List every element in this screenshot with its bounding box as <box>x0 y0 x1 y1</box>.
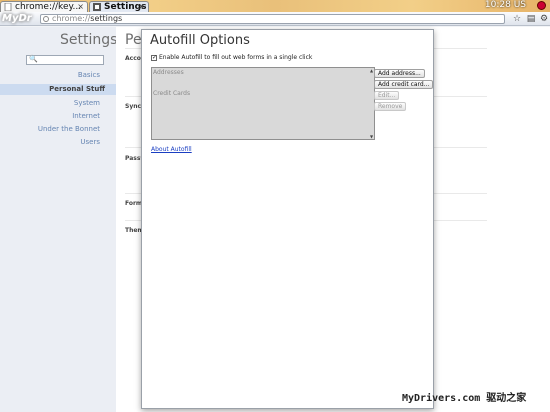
page-menu-icon[interactable]: ▤ <box>526 14 536 24</box>
list-item[interactable]: Credit Cards <box>153 90 190 97</box>
watermark-text: MyDrivers.com 驱动之家 <box>402 393 527 404</box>
close-icon[interactable]: × <box>138 2 145 12</box>
remove-button[interactable]: Remove <box>374 102 407 111</box>
add-address-button[interactable]: Add address... <box>374 69 425 78</box>
checkbox-label: Enable Autofill to fill out web forms in… <box>159 54 313 61</box>
enable-autofill-checkbox[interactable]: ✓ <box>151 55 157 61</box>
url-path: settings <box>90 14 123 23</box>
tab-settings[interactable]: Settings × <box>89 1 149 12</box>
wrench-menu-icon[interactable]: ⚙ <box>539 14 549 24</box>
tab-strip: chrome://key... × Settings × 10:28 US <box>0 0 550 12</box>
page-icon <box>4 3 12 11</box>
system-clock: 10:28 US <box>484 0 526 10</box>
autofill-dialog: Autofill Options ✓ Enable Autofill to fil… <box>141 29 434 409</box>
url-scheme: chrome:// <box>52 14 91 23</box>
dialog-title: Autofill Options <box>150 33 250 48</box>
edit-button[interactable]: Edit... <box>374 91 400 100</box>
watermark-logo: MyDr <box>2 13 32 24</box>
close-icon[interactable]: × <box>77 2 84 12</box>
add-credit-card-button[interactable]: Add credit card... <box>374 80 434 89</box>
address-bar[interactable]: chrome://settings <box>40 14 505 24</box>
list-item[interactable]: Addresses <box>153 69 184 76</box>
bookmark-star-icon[interactable]: ☆ <box>512 14 522 24</box>
enable-autofill-row[interactable]: ✓ Enable Autofill to fill out web forms i… <box>151 55 312 61</box>
about-autofill-link[interactable]: About Autofill <box>151 146 192 153</box>
power-icon[interactable] <box>537 1 546 10</box>
page-info-icon[interactable] <box>43 16 49 22</box>
wrench-icon <box>93 3 101 11</box>
autofill-list[interactable]: Addresses Credit Cards ▲ ▼ <box>151 67 375 140</box>
scroll-down-icon[interactable]: ▼ <box>370 134 373 139</box>
scroll-up-icon[interactable]: ▲ <box>370 68 373 73</box>
